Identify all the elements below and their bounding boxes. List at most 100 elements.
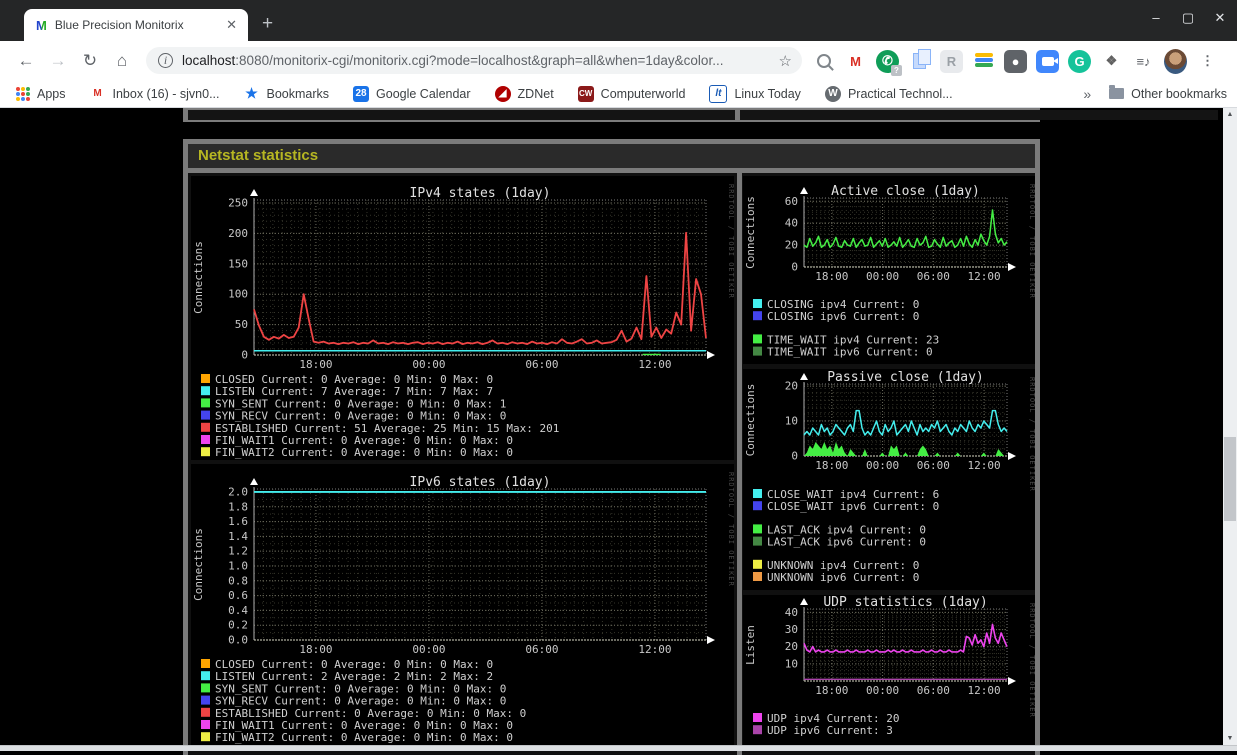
r-extension-icon[interactable]: R xyxy=(940,49,963,73)
back-button[interactable]: ← xyxy=(10,51,42,71)
svg-text:00:00: 00:00 xyxy=(412,643,445,656)
bookmark-star-icon[interactable]: ☆ xyxy=(779,52,792,70)
bookmark-item-linuxtoday[interactable]: lt Linux Today xyxy=(709,84,801,103)
svg-text:06:00: 06:00 xyxy=(917,270,950,283)
bookmark-item-calendar[interactable]: 28 Google Calendar xyxy=(353,85,471,103)
bookmarks-right: » Other bookmarks xyxy=(1083,85,1227,102)
keep-icon[interactable]: ● xyxy=(1004,49,1027,73)
svg-text:0.4: 0.4 xyxy=(228,604,248,617)
svg-text:UDP ipv4 Current:: UDP ipv4 Current: 20 xyxy=(767,712,899,725)
minimize-button[interactable]: – xyxy=(1147,10,1165,26)
books-icon[interactable] xyxy=(972,50,995,73)
svg-text:250: 250 xyxy=(228,197,248,210)
new-tab-button[interactable]: + xyxy=(262,13,273,35)
svg-text:00:00: 00:00 xyxy=(412,358,445,371)
svg-text:Connections: Connections xyxy=(192,528,205,601)
bookmark-item-gmail[interactable]: M Inbox (16) - sjvn0... xyxy=(89,85,220,103)
url-rest: :8080/monitorix-cgi/monitorix.cgi?mode=l… xyxy=(235,53,724,68)
menu-dots-icon[interactable]: ⋮ xyxy=(1196,50,1219,73)
browser-tab[interactable]: M Blue Precision Monitorix ✕ xyxy=(24,9,248,41)
cw-icon: CW xyxy=(577,85,594,102)
other-bookmarks[interactable]: Other bookmarks xyxy=(1109,85,1227,101)
svg-text:RRDTOOL / TOBI OETIKER: RRDTOOL / TOBI OETIKER xyxy=(727,472,734,587)
svg-text:18:00: 18:00 xyxy=(815,459,848,472)
scrollbar-thumb[interactable] xyxy=(1224,437,1236,521)
bookmarks-overflow-chevron[interactable]: » xyxy=(1083,86,1091,102)
svg-text:100: 100 xyxy=(228,288,248,301)
svg-text:18:00: 18:00 xyxy=(815,270,848,283)
svg-text:200: 200 xyxy=(228,227,248,240)
svg-text:LAST_ACK ipv6 Current:: LAST_ACK ipv6 Current: 0 xyxy=(767,536,926,549)
url-host: localhost xyxy=(182,53,236,68)
svg-text:1.6: 1.6 xyxy=(228,515,248,528)
svg-text:CLOSED Current: 0: CLOSED Current: 0 Average: 0 Min: 0 Max:… xyxy=(215,658,493,671)
previous-table-bottom xyxy=(183,108,1218,122)
apps-grid-icon xyxy=(16,86,30,101)
forward-button[interactable]: → xyxy=(42,51,74,71)
bookmark-item-cw[interactable]: CW Computerworld xyxy=(577,85,686,103)
vertical-scrollbar[interactable]: ▲ ▼ xyxy=(1223,108,1237,745)
voice-icon[interactable]: ✆? xyxy=(876,49,902,76)
address-bar[interactable]: i localhost:8080/monitorix-cgi/monitorix… xyxy=(146,47,802,74)
bookmark-item-zdnet[interactable]: ◢ ZDNet xyxy=(494,85,554,103)
bookmark-label: Computerworld xyxy=(600,86,686,101)
svg-text:FIN_WAIT1 Current: 0: FIN_WAIT1 Current: 0 Average: 0 Min: 0 M… xyxy=(215,434,513,447)
graph-passive-close[interactable]: Passive close (1day) 0 10 20 18:00 00:00 06:00… xyxy=(743,369,1036,590)
linuxtoday-icon: lt xyxy=(709,84,728,103)
section-title: Netstat statistics xyxy=(188,144,1035,168)
svg-text:60: 60 xyxy=(785,195,798,208)
svg-text:Connections: Connections xyxy=(744,384,757,457)
horizontal-scrollbar[interactable] xyxy=(0,745,1237,751)
svg-text:1.8: 1.8 xyxy=(228,500,248,513)
maximize-button[interactable]: ▢ xyxy=(1179,10,1197,26)
svg-text:ESTABLISHED Current: 0: ESTABLISHED Current: 0 Average: 0 Min: 0… xyxy=(215,707,526,720)
bookmark-label: Practical Technol... xyxy=(847,86,953,101)
svg-text:0: 0 xyxy=(791,261,798,274)
svg-text:0: 0 xyxy=(241,349,248,362)
svg-text:IPv4 states (1day): IPv4 states (1day) xyxy=(410,186,551,201)
graph-udp-statistics[interactable]: UDP statistics (1day) 10 20 30 40 18:00 00:00 0… xyxy=(743,595,1036,747)
svg-text:12:00: 12:00 xyxy=(967,459,1000,472)
scroll-up-icon[interactable]: ▲ xyxy=(1223,108,1237,121)
gmail-icon[interactable]: M xyxy=(844,49,867,73)
svg-text:LISTEN Current: 7: LISTEN Current: 7 Average: 7 Min: 7 Max:… xyxy=(215,385,493,398)
bookmark-label: Inbox (16) - sjvn0... xyxy=(112,86,220,101)
home-button[interactable]: ⌂ xyxy=(106,51,138,71)
graph-active-close[interactable]: Active close (1day) 0 20 40 60 18:00 00:00 06:0… xyxy=(743,176,1036,364)
svg-text:0.0: 0.0 xyxy=(228,634,248,647)
page-viewport: Netstat statistics IPv4 states (1day) 0 50… xyxy=(0,108,1237,755)
reload-button[interactable]: ↻ xyxy=(74,51,106,71)
zoom-icon[interactable] xyxy=(1036,49,1059,73)
search-icon[interactable] xyxy=(812,50,835,73)
scroll-down-icon[interactable]: ▼ xyxy=(1223,732,1237,745)
tab-close-icon[interactable]: ✕ xyxy=(223,17,240,33)
graph-ipv6-states[interactable]: IPv6 states (1day) 0.0 0.2 0.4 0.6 0.8 1.0 1.2 1… xyxy=(191,464,735,747)
window-controls: – ▢ ✕ xyxy=(1147,10,1229,26)
window-close-button[interactable]: ✕ xyxy=(1211,10,1229,26)
right-graph-column: Active close (1day) 0 20 40 60 18:00 00:00 06:0… xyxy=(742,173,1036,755)
puzzle-icon[interactable]: ❖ xyxy=(1100,50,1123,73)
svg-text:CLOSE_WAIT ipv6 Current:: CLOSE_WAIT ipv6 Current: 0 xyxy=(767,500,939,513)
page-info-icon[interactable]: i xyxy=(158,53,173,68)
svg-text:CLOSE_WAIT ipv4 Current:: CLOSE_WAIT ipv4 Current: 6 xyxy=(767,488,939,501)
apps-shortcut[interactable]: Apps xyxy=(16,86,66,101)
left-graph-column: IPv4 states (1day) 0 50 100 150 200 250 18:00 00… xyxy=(188,173,737,755)
folder-icon xyxy=(1109,85,1125,99)
bookmark-item-star[interactable]: ★ Bookmarks xyxy=(244,85,329,103)
svg-text:RRDTOOL / TOBI OETIKER: RRDTOOL / TOBI OETIKER xyxy=(1028,377,1035,492)
svg-text:1.2: 1.2 xyxy=(228,545,248,558)
playlist-icon[interactable]: ≡♪ xyxy=(1132,50,1155,73)
wordpress-icon: W xyxy=(824,85,841,102)
bookmark-label: ZDNet xyxy=(517,86,554,101)
svg-text:30: 30 xyxy=(785,623,798,636)
svg-text:12:00: 12:00 xyxy=(638,358,671,371)
grammarly-icon[interactable]: G xyxy=(1068,49,1091,73)
url-text[interactable]: localhost:8080/monitorix-cgi/monitorix.c… xyxy=(182,53,771,68)
graph-ipv4-states[interactable]: IPv4 states (1day) 0 50 100 150 200 250 18:00 00… xyxy=(191,176,735,460)
avatar[interactable] xyxy=(1164,48,1187,74)
svg-text:UDP ipv6 Current:: UDP ipv6 Current: 3 xyxy=(767,724,893,737)
copy-pages-icon[interactable] xyxy=(908,49,931,73)
bookmark-item-wordpress[interactable]: W Practical Technol... xyxy=(824,85,953,103)
svg-text:SYN_SENT Current: 0: SYN_SENT Current: 0 Average: 0 Min: 0 Ma… xyxy=(215,397,506,410)
svg-text:RRDTOOL / TOBI OETIKER: RRDTOOL / TOBI OETIKER xyxy=(727,184,734,299)
